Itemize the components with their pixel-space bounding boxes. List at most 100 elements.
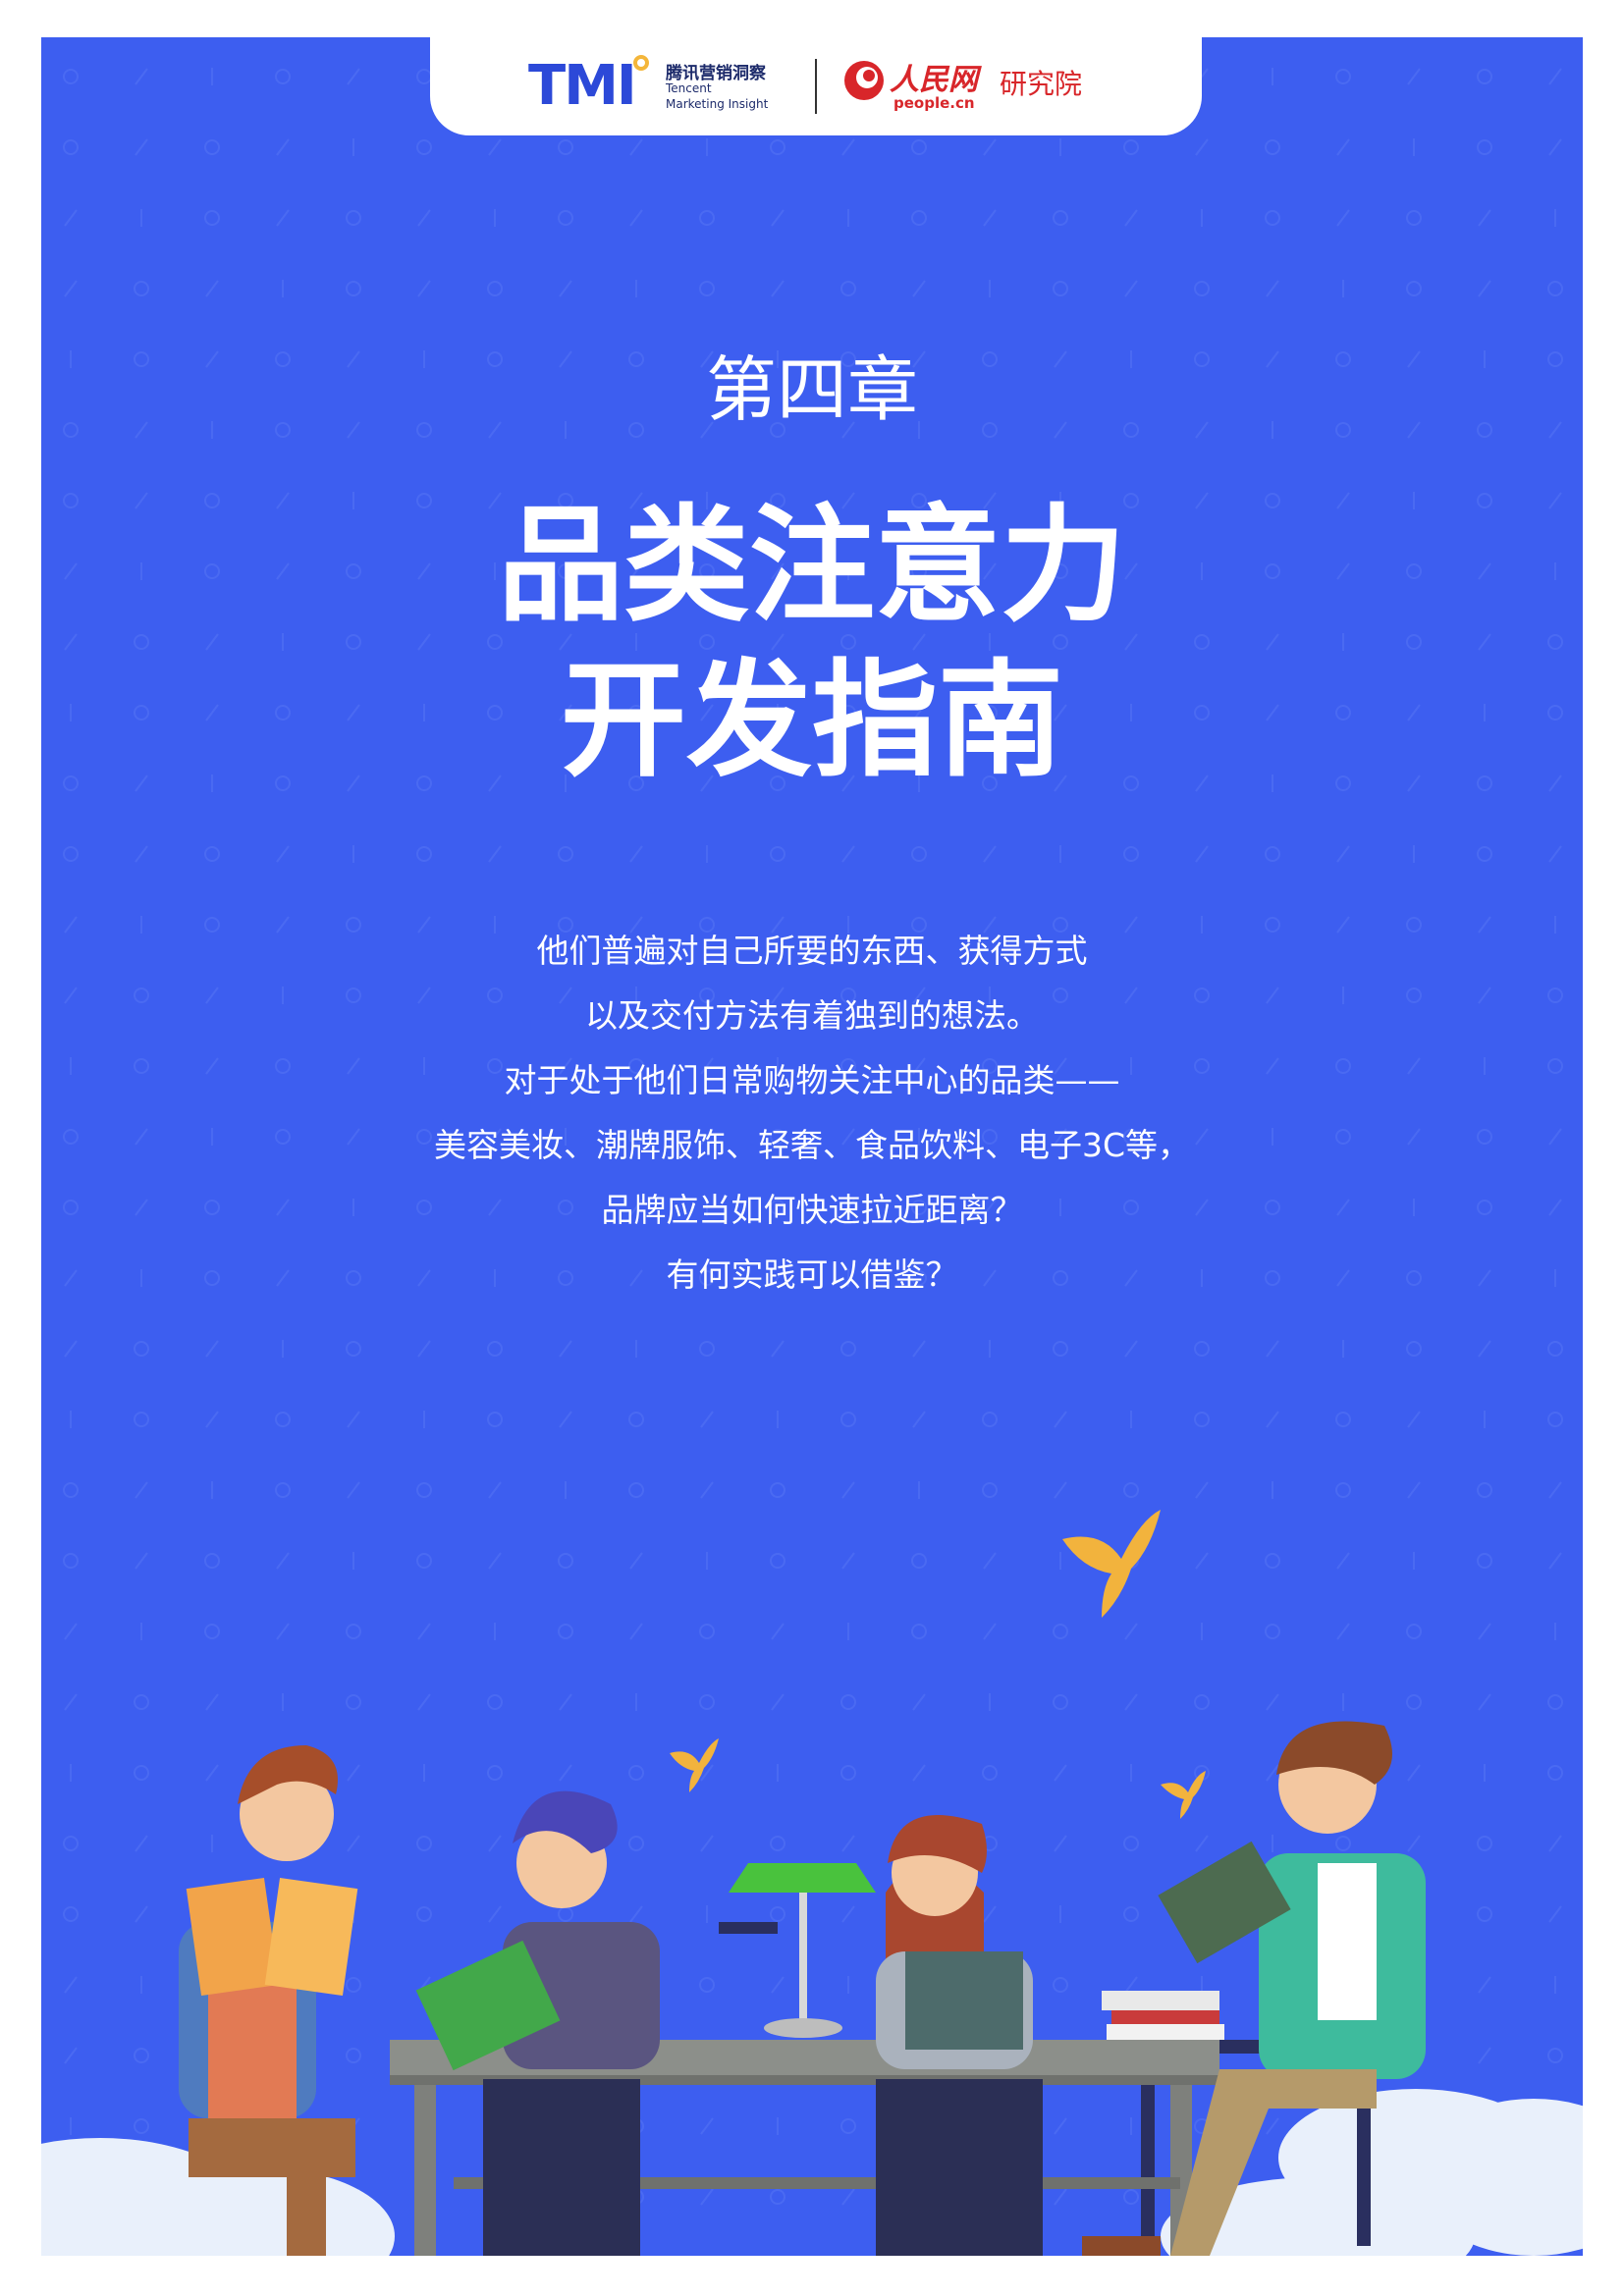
pattern-mark <box>1407 68 1421 85</box>
pattern-mark <box>1194 1412 1210 1427</box>
tmi-name-en-line2: Marketing Insight <box>666 97 769 111</box>
pattern-mark <box>276 209 290 227</box>
pattern-mark <box>1406 210 1422 226</box>
intro-line-2: 以及交付方法有着独到的想法。 <box>585 996 1039 1035</box>
pattern-mark <box>1407 1411 1421 1428</box>
pattern-mark <box>559 1340 572 1358</box>
intro-line-6: 有何实践可以借鉴？ <box>666 1255 958 1294</box>
pattern-mark <box>1194 1341 1210 1357</box>
pattern-mark <box>558 846 573 862</box>
pattern-mark <box>841 845 855 863</box>
pattern-mark <box>700 1411 714 1428</box>
pattern-mark <box>1336 209 1350 227</box>
pattern-mark <box>205 1411 219 1428</box>
title-line-1: 品类注意力 <box>497 493 1126 639</box>
pattern-mark <box>416 69 432 84</box>
people-logo-domain: people.cn <box>893 94 975 112</box>
pattern-mark <box>1053 1341 1068 1357</box>
pattern-mark <box>1478 1340 1491 1358</box>
pattern-mark <box>1336 138 1350 156</box>
pattern-mark <box>840 1412 856 1427</box>
pattern-mark <box>1265 210 1280 226</box>
pattern-mark <box>983 138 997 156</box>
desk-lamp-icon <box>729 1863 876 2038</box>
intro-line-5: 品牌应当如何快速拉近距离？ <box>601 1191 1023 1229</box>
pattern-mark <box>64 209 78 227</box>
swallow-icon-small-1 <box>670 1738 719 1792</box>
pattern-mark <box>1266 1411 1279 1428</box>
pattern-mark <box>487 281 503 296</box>
pattern-mark <box>770 139 785 155</box>
pattern-mark <box>1265 139 1280 155</box>
pattern-mark <box>1336 845 1350 863</box>
pattern-mark <box>63 139 79 155</box>
pattern-mark <box>416 139 432 155</box>
pattern-mark <box>771 280 785 297</box>
pattern-mark <box>487 1412 503 1427</box>
pattern-mark <box>1547 1341 1563 1357</box>
pattern-mark <box>488 845 502 863</box>
pattern-mark <box>487 1341 503 1357</box>
intro-line-4: 美容美妆、潮牌服饰、轻奢、食品饮料、电子3C等， <box>433 1126 1191 1164</box>
pattern-mark <box>417 280 431 297</box>
pattern-mark <box>1335 69 1351 84</box>
pattern-mark <box>1477 139 1492 155</box>
swallow-icon-small-2 <box>1161 1771 1206 1819</box>
reader-figure-3 <box>876 1815 1043 2256</box>
pattern-mark <box>346 1341 361 1357</box>
pattern-mark <box>416 846 432 862</box>
pattern-mark <box>1547 281 1563 296</box>
tmi-name-en: Tencent Marketing Insight <box>666 80 768 112</box>
page-title: 品类注意力 开发指南 <box>41 489 1583 799</box>
tmi-logo: TMI <box>528 54 637 118</box>
pattern-mark <box>275 69 291 84</box>
pattern-mark <box>346 210 361 226</box>
pattern-mark <box>911 139 927 155</box>
pattern-mark <box>1266 1340 1279 1358</box>
pattern-mark <box>488 138 502 156</box>
tmi-name-en-line1: Tencent <box>666 81 712 95</box>
pattern-mark <box>1053 210 1068 226</box>
pattern-mark <box>1477 846 1492 862</box>
pattern-mark <box>559 280 572 297</box>
pattern-mark <box>1194 281 1210 296</box>
pattern-mark <box>1335 1412 1351 1427</box>
pattern-mark <box>559 1411 572 1428</box>
pattern-mark <box>629 138 643 156</box>
pattern-mark <box>1265 846 1280 862</box>
reader-figure-2 <box>415 1790 660 2256</box>
cover-page: TMI 腾讯营销洞察 Tencent Marketing Insight 人民网… <box>41 37 1583 2256</box>
book-stack <box>1102 1991 1224 2040</box>
pattern-mark <box>63 846 79 862</box>
logo-divider <box>815 59 817 114</box>
pattern-mark <box>699 281 715 296</box>
pattern-mark <box>1195 138 1209 156</box>
pattern-mark <box>1054 1411 1067 1428</box>
pattern-mark <box>1123 846 1139 862</box>
pattern-mark <box>204 846 220 862</box>
people-institute: 研究院 <box>1000 68 1083 100</box>
intro-paragraph: 他们普遍对自己所要的东西、获得方式 以及交付方法有着独到的想法。 对于处于他们日… <box>41 919 1583 1308</box>
pattern-mark <box>628 1412 644 1427</box>
pattern-mark <box>1266 280 1279 297</box>
pattern-mark <box>205 280 219 297</box>
pattern-mark <box>275 1412 291 1427</box>
pattern-mark <box>983 845 997 863</box>
pattern-mark <box>912 1411 926 1428</box>
pattern-mark <box>1548 845 1562 863</box>
logo-header: TMI 腾讯营销洞察 Tencent Marketing Insight 人民网… <box>430 37 1202 135</box>
pattern-mark <box>1548 138 1562 156</box>
pattern-mark <box>558 139 573 155</box>
pattern-mark <box>276 138 290 156</box>
intro-line-3: 对于处于他们日常购物关注中心的品类—— <box>504 1061 1120 1099</box>
pattern-mark <box>770 846 785 862</box>
pattern-mark <box>841 138 855 156</box>
pattern-mark <box>771 209 785 227</box>
pattern-mark <box>1124 1340 1138 1358</box>
pattern-mark <box>135 138 148 156</box>
pattern-mark <box>912 1340 926 1358</box>
pattern-mark <box>64 1340 78 1358</box>
pattern-mark <box>134 281 149 296</box>
pattern-mark <box>205 1340 219 1358</box>
swallow-icon <box>1062 1510 1161 1618</box>
